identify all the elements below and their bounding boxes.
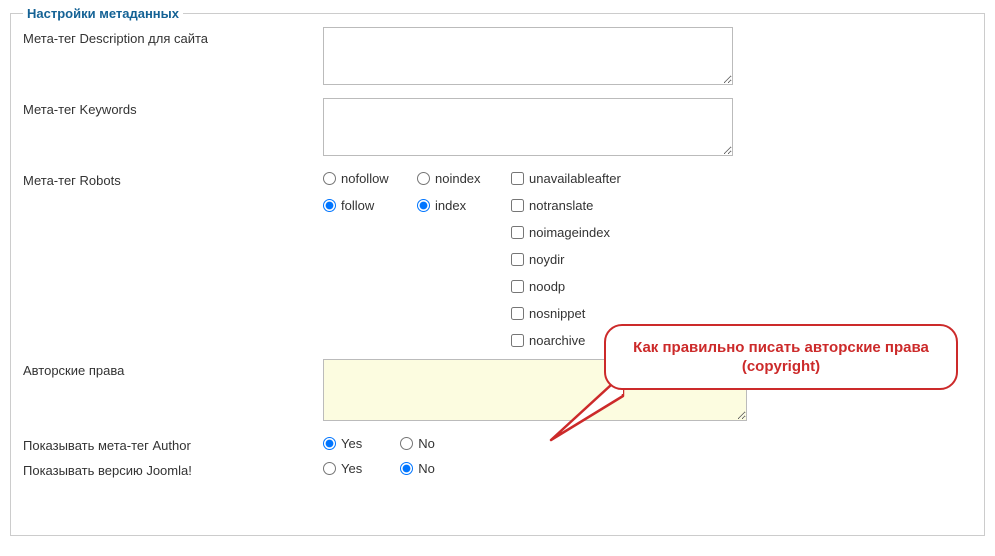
radio-follow-label: follow: [341, 198, 374, 213]
robots-opt-notranslate[interactable]: notranslate: [511, 196, 671, 214]
radio-noindex-label: noindex: [435, 171, 481, 186]
robots-opt-nofollow[interactable]: nofollow: [323, 169, 417, 187]
show-author-no[interactable]: No: [400, 434, 435, 452]
label-meta-keywords: Мета-тег Keywords: [23, 98, 323, 117]
checkbox-notranslate-label: notranslate: [529, 198, 593, 213]
radio-index-label: index: [435, 198, 466, 213]
label-meta-robots: Мета-тег Robots: [23, 169, 323, 188]
checkbox-noodp[interactable]: [511, 280, 524, 293]
radio-show-joomla-no-label: No: [418, 461, 435, 476]
metadata-settings-fieldset: Настройки метаданных Мета-тег Descriptio…: [10, 6, 985, 536]
label-show-joomla: Показывать версию Joomla!: [23, 459, 323, 478]
radio-nofollow-label: nofollow: [341, 171, 389, 186]
robots-opt-noodp[interactable]: noodp: [511, 277, 671, 295]
checkbox-noimageindex[interactable]: [511, 226, 524, 239]
robots-opt-index[interactable]: index: [417, 196, 511, 214]
radio-show-joomla-yes-label: Yes: [341, 461, 362, 476]
checkbox-noydir[interactable]: [511, 253, 524, 266]
radio-follow[interactable]: [323, 199, 336, 212]
meta-description-textarea[interactable]: [323, 27, 733, 85]
show-joomla-no[interactable]: No: [400, 459, 435, 477]
show-author-yes[interactable]: Yes: [323, 434, 362, 452]
radio-show-author-yes-label: Yes: [341, 436, 362, 451]
radio-index[interactable]: [417, 199, 430, 212]
robots-opt-noimageindex[interactable]: noimageindex: [511, 223, 671, 241]
robots-opt-follow[interactable]: follow: [323, 196, 417, 214]
robots-options-grid: nofollow follow noindex index: [323, 169, 972, 349]
checkbox-notranslate[interactable]: [511, 199, 524, 212]
radio-show-author-yes[interactable]: [323, 437, 336, 450]
checkbox-unavailableafter[interactable]: [511, 172, 524, 185]
row-meta-robots: Мета-тег Robots nofollow follow: [23, 169, 972, 349]
checkbox-noarchive[interactable]: [511, 334, 524, 347]
row-show-author: Показывать мета-тег Author Yes No: [23, 434, 972, 453]
robots-opt-noydir[interactable]: noydir: [511, 250, 671, 268]
row-meta-keywords: Мета-тег Keywords: [23, 98, 972, 159]
checkbox-unavailableafter-label: unavailableafter: [529, 171, 621, 186]
radio-show-author-no[interactable]: [400, 437, 413, 450]
label-meta-description: Мета-тег Description для сайта: [23, 27, 323, 46]
checkbox-nosnippet-label: nosnippet: [529, 306, 585, 321]
checkbox-noodp-label: noodp: [529, 279, 565, 294]
radio-noindex[interactable]: [417, 172, 430, 185]
checkbox-noydir-label: noydir: [529, 252, 564, 267]
show-joomla-yes[interactable]: Yes: [323, 459, 362, 477]
robots-opt-nosnippet[interactable]: nosnippet: [511, 304, 671, 322]
radio-nofollow[interactable]: [323, 172, 336, 185]
checkbox-noarchive-label: noarchive: [529, 333, 585, 348]
row-meta-description: Мета-тег Description для сайта: [23, 27, 972, 88]
checkbox-noimageindex-label: noimageindex: [529, 225, 610, 240]
radio-show-author-no-label: No: [418, 436, 435, 451]
row-show-joomla: Показывать версию Joomla! Yes No: [23, 459, 972, 478]
radio-show-joomla-yes[interactable]: [323, 462, 336, 475]
radio-show-joomla-no[interactable]: [400, 462, 413, 475]
robots-opt-noindex[interactable]: noindex: [417, 169, 511, 187]
label-show-author: Показывать мета-тег Author: [23, 434, 323, 453]
annotation-callout-text: Как правильно писать авторские права (co…: [622, 338, 940, 377]
meta-keywords-textarea[interactable]: [323, 98, 733, 156]
label-copyright: Авторские права: [23, 359, 323, 378]
checkbox-nosnippet[interactable]: [511, 307, 524, 320]
annotation-callout: Как правильно писать авторские права (co…: [604, 324, 958, 390]
fieldset-legend: Настройки метаданных: [23, 6, 183, 21]
robots-opt-unavailableafter[interactable]: unavailableafter: [511, 169, 671, 187]
